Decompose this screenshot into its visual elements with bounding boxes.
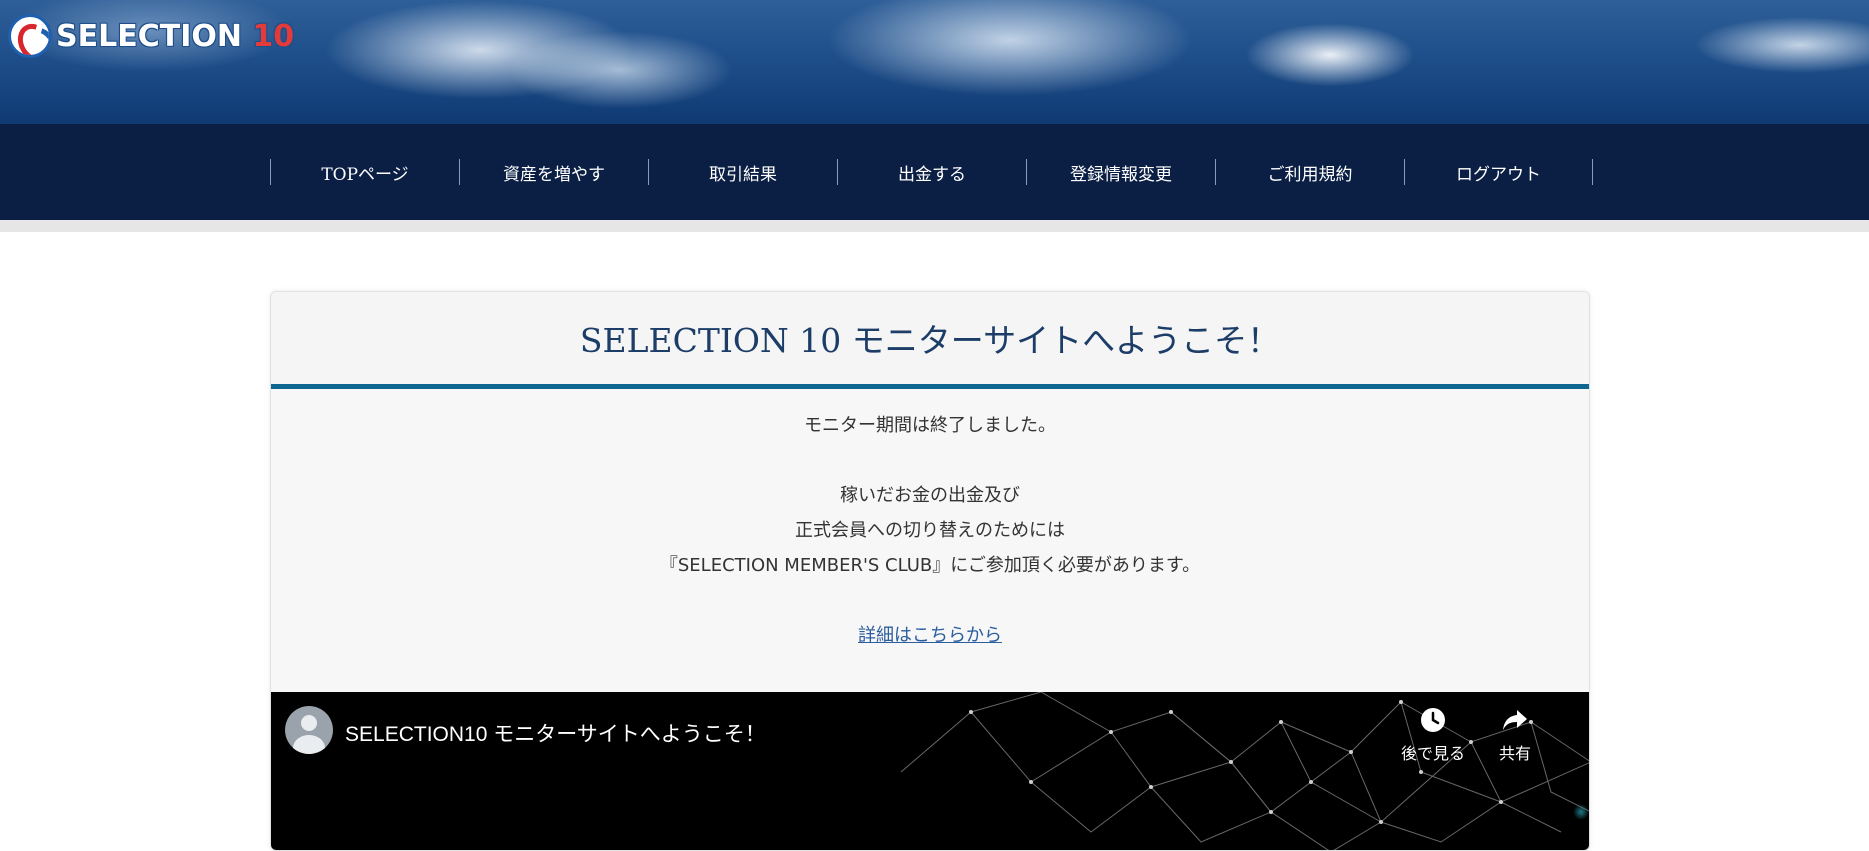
nav-item-top[interactable]: TOPページ (270, 159, 459, 185)
share-arrow-icon (1501, 706, 1529, 734)
nav-items: TOPページ 資産を増やす 取引結果 出金する 登録情報変更 ご利用規約 ログア… (270, 124, 1593, 220)
video-player[interactable]: SELECTION10 モニターサイトへようこそ！ 後で見る 共有 (271, 692, 1589, 850)
details-link[interactable]: 詳細はこちらから (858, 625, 1002, 646)
watch-later-label: 後で見る (1401, 744, 1466, 763)
nav-bottom-strip (0, 220, 1869, 232)
watch-later-button[interactable]: 後で見る (1401, 706, 1465, 764)
card-body: モニター期間は終了しました。 稼いだお金の出金及び 正式会員への切り替えのために… (271, 408, 1589, 653)
nav-item-trade-results[interactable]: 取引結果 (648, 159, 837, 185)
site-logo[interactable]: SELECTION 10 (8, 14, 294, 58)
logo-number: 10 (252, 18, 295, 54)
share-label: 共有 (1499, 744, 1532, 763)
switch-member-text: 正式会員への切り替えのためには (795, 520, 1065, 541)
nav-item-increase-assets[interactable]: 資産を増やす (459, 159, 648, 185)
withdraw-text: 稼いだお金の出金及び (840, 485, 1020, 506)
video-title[interactable]: SELECTION10 モニターサイトへようこそ！ (345, 718, 766, 748)
nav-item-edit-registration[interactable]: 登録情報変更 (1026, 159, 1215, 185)
welcome-card: SELECTION 10 モニターサイトへようこそ！ モニター期間は終了しました… (270, 291, 1590, 851)
channel-avatar-icon[interactable] (285, 706, 333, 754)
logo-emblem-icon (8, 14, 52, 58)
page-title: SELECTION 10 モニターサイトへようこそ！ (271, 292, 1589, 384)
header-banner: SELECTION 10 (0, 0, 1869, 124)
monitor-ended-text: モニター期間は終了しました。 (804, 415, 1056, 436)
clock-icon (1419, 706, 1447, 734)
nav-item-logout[interactable]: ログアウト (1404, 159, 1593, 185)
title-divider (271, 384, 1589, 389)
nav-item-terms[interactable]: ご利用規約 (1215, 159, 1404, 185)
logo-word: SELECTION (56, 18, 242, 54)
logo-text: SELECTION 10 (56, 19, 294, 54)
share-button[interactable]: 共有 (1499, 706, 1531, 764)
nav-item-withdraw[interactable]: 出金する (837, 159, 1026, 185)
main-nav: TOPページ 資産を増やす 取引結果 出金する 登録情報変更 ご利用規約 ログア… (0, 124, 1869, 220)
join-club-text: 『SELECTION MEMBER'S CLUB』にご参加頂く必要があります。 (659, 555, 1201, 576)
network-graphic (900, 692, 1589, 850)
